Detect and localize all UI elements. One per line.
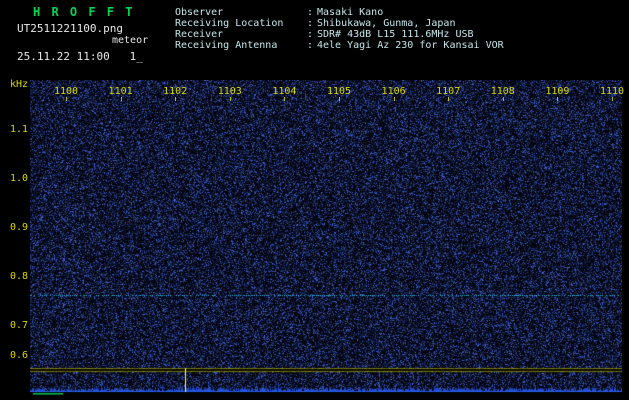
info-row-observer: Observer: Masaki Kano bbox=[175, 7, 383, 18]
x-tick-label-1101: 1101 bbox=[108, 86, 133, 97]
info-colon: : bbox=[307, 29, 314, 40]
output-filename: UT2511221100.png bbox=[17, 22, 123, 35]
info-colon: : bbox=[307, 18, 314, 29]
x-tick-label-1107: 1107 bbox=[436, 86, 461, 97]
x-tick-mark bbox=[503, 97, 504, 101]
info-colon: : bbox=[307, 7, 314, 18]
info-value: Shibukawa, Gunma, Japan bbox=[317, 18, 456, 29]
spectrogram-canvas bbox=[30, 80, 622, 398]
info-row-receiving-location: Receiving Location: Shibukawa, Gunma, Jap… bbox=[175, 18, 455, 29]
y-axis-unit: kHz bbox=[9, 79, 28, 90]
hrofft-window: H R O F F T UT2511221100.png meteor 25.1… bbox=[0, 0, 629, 400]
info-label: Receiving Location bbox=[175, 18, 284, 29]
x-tick-mark bbox=[66, 97, 67, 101]
info-label: Receiving Antenna bbox=[175, 40, 278, 51]
x-tick-mark bbox=[175, 97, 176, 101]
x-tick-mark bbox=[230, 97, 231, 101]
info-colon: : bbox=[307, 40, 314, 51]
datetime-line: 25.11.22 11:00 1_ bbox=[17, 50, 143, 63]
x-tick-mark bbox=[284, 97, 285, 101]
info-label: Observer bbox=[175, 7, 224, 18]
y-tick-label-1.1: 1.1 bbox=[9, 124, 28, 135]
y-tick-label-0.6: 0.6 bbox=[9, 350, 28, 361]
x-tick-label-1106: 1106 bbox=[381, 86, 406, 97]
y-tick-label-0.8: 0.8 bbox=[9, 271, 28, 282]
info-row-receiver: Receiver: SDR# 43dB L15 111.6MHz USB bbox=[175, 29, 474, 40]
x-tick-label-1105: 1105 bbox=[326, 86, 352, 97]
x-tick-mark bbox=[448, 97, 449, 101]
x-tick-mark bbox=[557, 97, 558, 101]
y-tick-label-1.0: 1.0 bbox=[9, 173, 28, 184]
x-tick-mark bbox=[612, 97, 613, 101]
y-tick-label-0.9: 0.9 bbox=[9, 222, 28, 233]
info-value: Masaki Kano bbox=[317, 7, 384, 18]
x-tick-label-1102: 1102 bbox=[163, 86, 188, 97]
info-value: SDR# 43dB L15 111.6MHz USB bbox=[317, 29, 474, 40]
app-title: H R O F F T bbox=[33, 5, 135, 19]
info-row-receiving-antenna: Receiving Antenna:4ele Yagi Az 230 for K… bbox=[175, 40, 504, 51]
x-tick-label-1110: 1110 bbox=[599, 86, 625, 97]
x-tick-mark bbox=[394, 97, 395, 101]
x-tick-label-1104: 1104 bbox=[272, 86, 297, 97]
info-label: Receiver bbox=[175, 29, 224, 40]
x-tick-label-1108: 1108 bbox=[490, 86, 515, 97]
x-tick-label-1100: 1100 bbox=[53, 86, 79, 97]
x-tick-mark bbox=[121, 97, 122, 101]
info-value: 4ele Yagi Az 230 for Kansai VOR bbox=[317, 40, 504, 51]
x-tick-label-1103: 1103 bbox=[217, 86, 242, 97]
x-tick-label-1109: 1109 bbox=[545, 86, 570, 97]
y-tick-label-0.7: 0.7 bbox=[9, 320, 28, 331]
observation-name: meteor bbox=[112, 35, 149, 46]
x-tick-mark bbox=[339, 97, 340, 101]
